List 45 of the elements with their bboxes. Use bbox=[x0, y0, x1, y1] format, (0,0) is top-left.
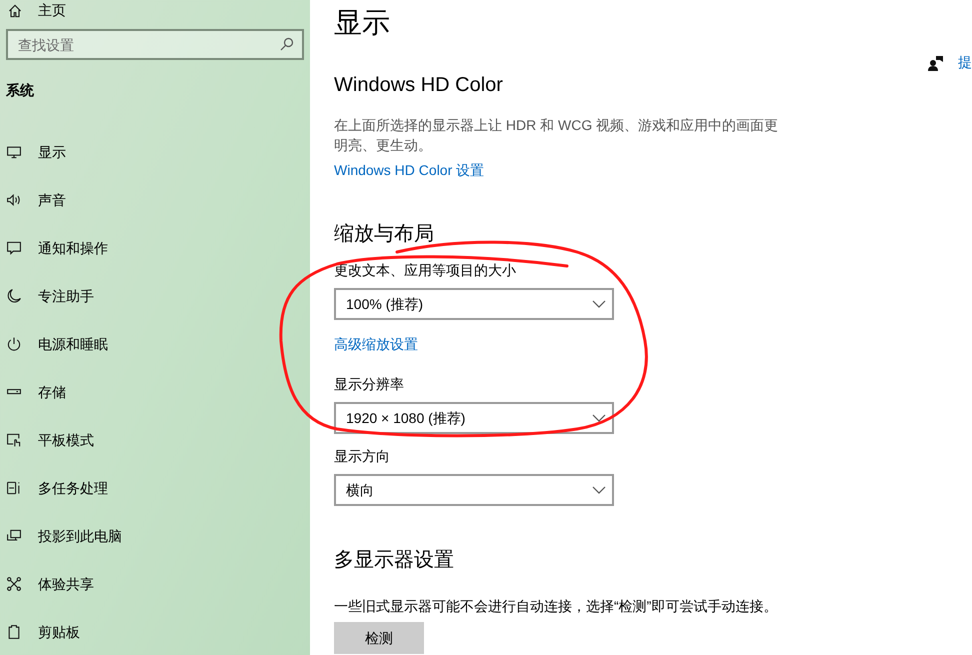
description-text: 一些旧式显示器可能不会进行自动连接，选择“检测”即可尝试手动连接。 bbox=[334, 597, 778, 616]
field-label: 显示分辨率 bbox=[334, 375, 404, 394]
nav-item[interactable]: 体验共享 bbox=[0, 560, 310, 608]
field-label: 显示方向 bbox=[334, 447, 390, 466]
settings-link[interactable]: Windows HD Color 设置 bbox=[334, 160, 484, 180]
person-chat-icon bbox=[928, 54, 944, 70]
chevron-down-icon bbox=[592, 486, 606, 494]
monitor-icon bbox=[6, 144, 22, 160]
section-heading: 缩放与布局 bbox=[334, 222, 435, 247]
search-icon bbox=[280, 37, 294, 51]
field-label: 更改文本、应用等项目的大小 bbox=[334, 261, 516, 280]
dropdown[interactable]: 1920 × 1080 (推荐) bbox=[334, 402, 614, 434]
nav-item[interactable]: 存储 bbox=[0, 368, 310, 416]
nav-item[interactable]: 剪贴板 bbox=[0, 608, 310, 655]
multitask-icon bbox=[6, 480, 22, 496]
section-heading: 多显示器设置 bbox=[334, 548, 455, 573]
message-icon bbox=[6, 240, 22, 256]
nav-item[interactable]: 投影到此电脑 bbox=[0, 512, 310, 560]
chevron-down-icon bbox=[592, 300, 606, 308]
page-title: 显示 bbox=[334, 6, 391, 40]
dropdown[interactable]: 100% (推荐) bbox=[334, 288, 614, 320]
moon-icon bbox=[6, 288, 22, 304]
clipboard-icon bbox=[6, 624, 22, 640]
tablet-icon bbox=[6, 432, 22, 448]
scaling-link[interactable]: 高级缩放设置 bbox=[334, 334, 418, 354]
chevron-down-icon bbox=[592, 414, 606, 422]
section-heading: Windows HD Color bbox=[334, 73, 504, 98]
nav-item[interactable]: 通知和操作 bbox=[0, 224, 310, 272]
dropdown[interactable]: 横向 bbox=[334, 474, 614, 506]
help-link[interactable]: 提 bbox=[928, 52, 972, 73]
home-icon bbox=[7, 2, 23, 18]
speaker-icon bbox=[6, 192, 22, 208]
section-heading: 系统 bbox=[5, 81, 35, 100]
power-icon bbox=[6, 336, 22, 352]
home-link[interactable]: 主页 bbox=[0, 0, 310, 21]
nav-item[interactable]: 声音 bbox=[0, 176, 310, 224]
nav-item[interactable]: 电源和睡眠 bbox=[0, 320, 310, 368]
share-icon bbox=[6, 576, 22, 592]
nav-item[interactable]: 专注助手 bbox=[0, 272, 310, 320]
detect-button[interactable]: 检测 bbox=[334, 622, 424, 654]
description-text: 在上面所选择的显示器上让 HDR 和 WCG 视频、游戏和应用中的画面更明亮、更生动。 bbox=[334, 116, 780, 155]
search-field[interactable]: 查找设置 bbox=[6, 29, 304, 60]
nav-item[interactable]: 显示 bbox=[0, 128, 310, 176]
nav-item[interactable]: 平板模式 bbox=[0, 416, 310, 464]
nav-item[interactable]: 多任务处理 bbox=[0, 464, 310, 512]
